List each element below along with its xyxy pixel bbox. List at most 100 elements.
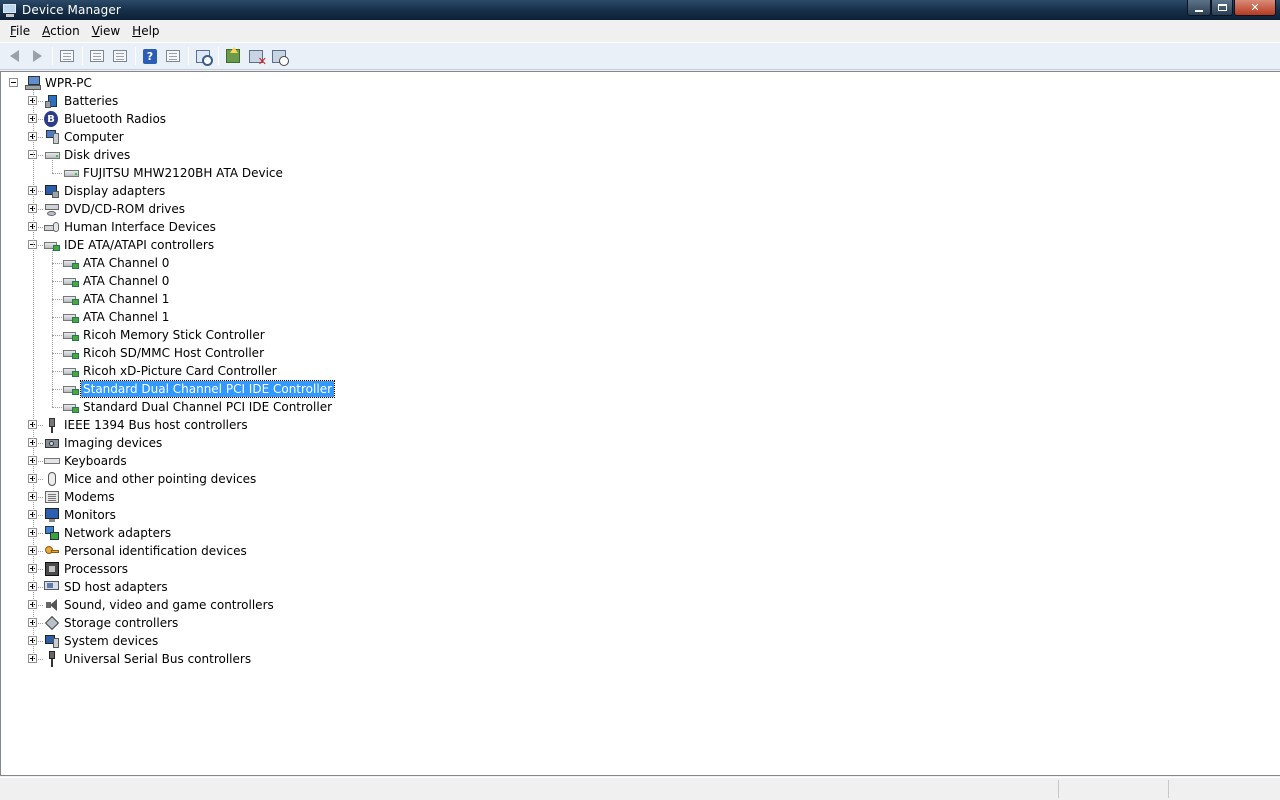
toolbar-separator (82, 47, 83, 65)
tree-category-display-adapters[interactable]: Display adapters (1, 182, 401, 200)
tree-category-keyboards[interactable]: Keyboards (1, 452, 401, 470)
window-controls: ✕ (1187, 0, 1276, 16)
tree-item-label: Display adapters (64, 184, 166, 198)
close-button[interactable]: ✕ (1234, 0, 1276, 16)
monitor-icon (44, 507, 60, 523)
tree-item-label: Network adapters (64, 526, 172, 540)
tree-category-sound-video-and-game-controllers[interactable]: Sound, video and game controllers (1, 596, 401, 614)
up-one-level-button[interactable] (56, 45, 78, 67)
device-tree[interactable]: WPR-PC Batteries B Bluetooth Radios Computer… (0, 71, 1280, 776)
tree-category-ide-ata-atapi-controllers[interactable]: IDE ATA/ATAPI controllers (1, 236, 401, 254)
ide-controller-icon (63, 291, 79, 307)
usb-icon (44, 651, 60, 667)
ide-controller-icon (63, 255, 79, 271)
properties-button[interactable] (86, 45, 108, 67)
tree-category-sd-host-adapters[interactable]: SD host adapters (1, 578, 401, 596)
title-bar[interactable]: Device Manager ✕ (0, 0, 1280, 20)
disk-drive-icon (63, 165, 79, 181)
tree-category-mice-and-other-pointing-devices[interactable]: Mice and other pointing devices (1, 470, 401, 488)
tree-category-system-devices[interactable]: System devices (1, 632, 401, 650)
tree-root-item[interactable]: WPR-PC (1, 74, 201, 92)
tree-item-label: WPR-PC (45, 76, 92, 90)
tree-item-label: System devices (64, 634, 159, 648)
tree-device-item[interactable]: Standard Dual Channel PCI IDE Controller (1, 380, 401, 398)
tree-item-label: Disk drives (64, 148, 131, 162)
tree-category-bluetooth-radios[interactable]: B Bluetooth Radios (1, 110, 401, 128)
ide-controller-icon (63, 273, 79, 289)
tree-connector-line (52, 250, 53, 407)
tree-device-item[interactable]: ATA Channel 1 (1, 308, 401, 326)
up-level-icon (60, 50, 74, 62)
restore-icon (1217, 4, 1227, 11)
tree-category-storage-controllers[interactable]: Storage controllers (1, 614, 401, 632)
status-bar (0, 777, 1280, 800)
tree-category-processors[interactable]: Processors (1, 560, 401, 578)
ide-controller-icon (63, 363, 79, 379)
minimize-button[interactable] (1187, 0, 1211, 16)
help-topics-button[interactable] (162, 45, 184, 67)
tree-category-imaging-devices[interactable]: Imaging devices (1, 434, 401, 452)
tree-category-network-adapters[interactable]: Network adapters (1, 524, 401, 542)
tree-device-item[interactable]: Ricoh SD/MMC Host Controller (1, 344, 401, 362)
scan-hardware-button[interactable] (192, 45, 214, 67)
tree-device-item[interactable]: FUJITSU MHW2120BH ATA Device (1, 164, 401, 182)
tree-item-label: ATA Channel 0 (83, 274, 170, 288)
disable-button[interactable] (268, 45, 290, 67)
back-button[interactable] (3, 45, 25, 67)
tree-device-item[interactable]: Ricoh xD-Picture Card Controller (1, 362, 401, 380)
menu-file[interactable]: File (4, 24, 36, 38)
close-icon: ✕ (1250, 1, 1260, 14)
network-adapter-icon (44, 525, 60, 541)
tree-device-item[interactable]: ATA Channel 0 (1, 272, 401, 290)
tree-item-label: Human Interface Devices (64, 220, 216, 234)
computer-icon (44, 129, 60, 145)
menu-help[interactable]: Help (126, 24, 165, 38)
tree-item-label: Monitors (64, 508, 116, 522)
tree-category-universal-serial-bus-controllers[interactable]: Universal Serial Bus controllers (1, 650, 401, 668)
tree-item-label: Ricoh SD/MMC Host Controller (83, 346, 264, 360)
tree-category-ieee-1394-bus-host-controllers[interactable]: IEEE 1394 Bus host controllers (1, 416, 401, 434)
storage-controller-icon (44, 615, 60, 631)
help-topics-icon (166, 50, 180, 62)
tree-category-human-interface-devices[interactable]: Human Interface Devices (1, 218, 401, 236)
tree-item-label: Imaging devices (64, 436, 163, 450)
update-driver-icon (226, 47, 240, 63)
tree-item-label: DVD/CD-ROM drives (64, 202, 186, 216)
properties-icon (90, 50, 104, 62)
show-hide-console-tree-button[interactable] (109, 45, 131, 67)
update-driver-button[interactable] (222, 45, 244, 67)
uninstall-button[interactable] (245, 45, 267, 68)
device-manager-app-icon[interactable] (2, 3, 18, 17)
tree-item-label: Modems (64, 490, 115, 504)
tree-item-label: SD host adapters (64, 580, 168, 594)
toolbar-separator (135, 47, 136, 65)
tree-category-dvd-cd-rom-drives[interactable]: DVD/CD-ROM drives (1, 200, 401, 218)
tree-category-modems[interactable]: Modems (1, 488, 401, 506)
imaging-device-icon (44, 435, 60, 451)
tree-device-item[interactable]: ATA Channel 1 (1, 290, 401, 308)
tree-category-computer[interactable]: Computer (1, 128, 401, 146)
tree-category-personal-identification-devices[interactable]: Personal identification devices (1, 542, 401, 560)
disable-icon (272, 49, 289, 66)
tree-device-item[interactable]: Ricoh Memory Stick Controller (1, 326, 401, 344)
personal-id-icon (44, 543, 60, 559)
tree-item-label: Bluetooth Radios (64, 112, 167, 126)
tree-category-monitors[interactable]: Monitors (1, 506, 401, 524)
tree-item-label: Processors (64, 562, 129, 576)
maximize-button[interactable] (1211, 0, 1233, 16)
tree-category-batteries[interactable]: Batteries (1, 92, 401, 110)
keyboard-icon (44, 453, 60, 469)
tree-item-label: Personal identification devices (64, 544, 247, 558)
tree-device-item[interactable]: Standard Dual Channel PCI IDE Controller (1, 398, 401, 416)
tree-device-item[interactable]: ATA Channel 0 (1, 254, 401, 272)
minimize-icon (1195, 9, 1203, 12)
help-button[interactable]: ? (139, 45, 161, 67)
ide-controller-icon (63, 381, 79, 397)
tree-category-disk-drives[interactable]: Disk drives (1, 146, 401, 164)
tree-item-label: Ricoh xD-Picture Card Controller (83, 364, 277, 378)
menu-view[interactable]: View (86, 24, 126, 38)
menu-action[interactable]: Action (36, 24, 86, 38)
tree-item-label: Computer (64, 130, 124, 144)
tree-connector-line (52, 160, 53, 173)
forward-button[interactable] (26, 45, 48, 67)
